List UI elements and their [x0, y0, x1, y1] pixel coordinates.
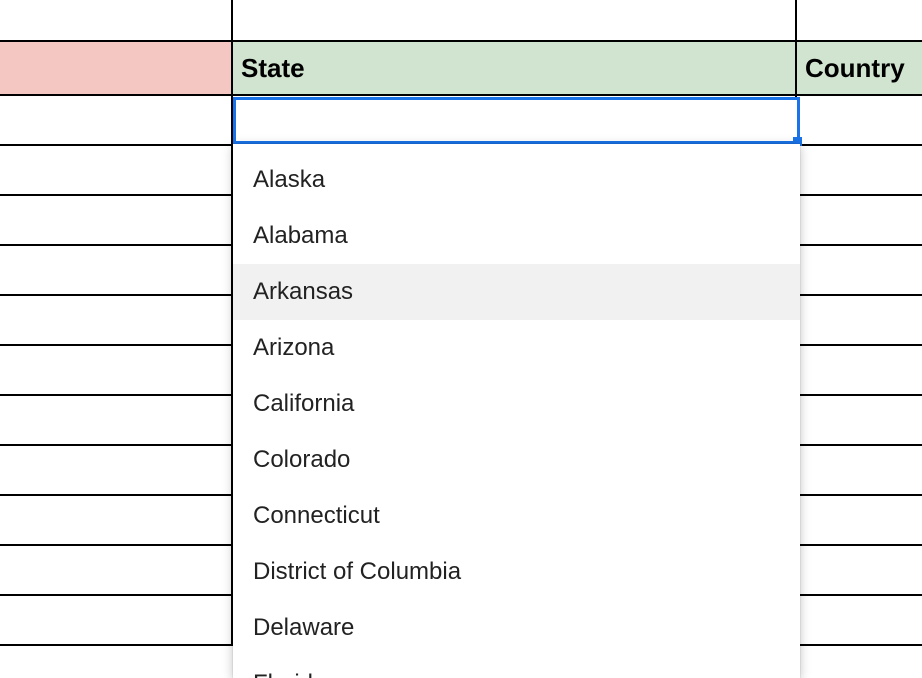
cell[interactable] — [797, 496, 922, 544]
active-cell[interactable] — [233, 96, 797, 144]
dropdown-option[interactable]: Arizona — [233, 320, 800, 376]
validation-dropdown: AlaskaAlabamaArkansasArizonaCaliforniaCo… — [233, 144, 800, 678]
spacer-row — [0, 0, 922, 40]
dropdown-option[interactable]: Connecticut — [233, 488, 800, 544]
cell[interactable] — [797, 96, 922, 144]
dropdown-option[interactable]: Colorado — [233, 432, 800, 488]
cell[interactable] — [797, 246, 922, 294]
cell[interactable] — [797, 546, 922, 594]
cell[interactable] — [797, 446, 922, 494]
cell[interactable] — [0, 296, 233, 344]
dropdown-option[interactable]: Florida — [233, 656, 800, 678]
cell[interactable] — [797, 0, 922, 40]
header-cell-state[interactable]: State — [233, 42, 797, 94]
cell[interactable] — [0, 246, 233, 294]
cell[interactable] — [0, 396, 233, 444]
cell[interactable] — [797, 196, 922, 244]
dropdown-option[interactable]: Arkansas — [233, 264, 800, 320]
cell[interactable] — [0, 96, 233, 144]
cell[interactable] — [0, 346, 233, 394]
cell[interactable] — [0, 546, 233, 594]
header-cell-blank[interactable] — [0, 42, 233, 94]
cell[interactable] — [797, 146, 922, 194]
data-row — [0, 96, 922, 146]
cell[interactable] — [797, 346, 922, 394]
cell[interactable] — [0, 496, 233, 544]
cell[interactable] — [797, 296, 922, 344]
dropdown-option[interactable]: Alabama — [233, 208, 800, 264]
cell[interactable] — [0, 446, 233, 494]
header-row: State Country — [0, 40, 922, 96]
dropdown-scroll[interactable]: AlaskaAlabamaArkansasArizonaCaliforniaCo… — [233, 144, 800, 678]
dropdown-option[interactable]: Alaska — [233, 152, 800, 208]
dropdown-option[interactable]: District of Columbia — [233, 544, 800, 600]
cell[interactable] — [0, 146, 233, 194]
cell[interactable] — [797, 596, 922, 644]
dropdown-option[interactable]: California — [233, 376, 800, 432]
cell[interactable] — [0, 596, 233, 644]
cell[interactable] — [797, 396, 922, 444]
cell[interactable] — [0, 196, 233, 244]
cell[interactable] — [0, 0, 233, 40]
header-cell-country[interactable]: Country — [797, 42, 922, 94]
dropdown-option[interactable]: Delaware — [233, 600, 800, 656]
cell[interactable] — [233, 0, 797, 40]
